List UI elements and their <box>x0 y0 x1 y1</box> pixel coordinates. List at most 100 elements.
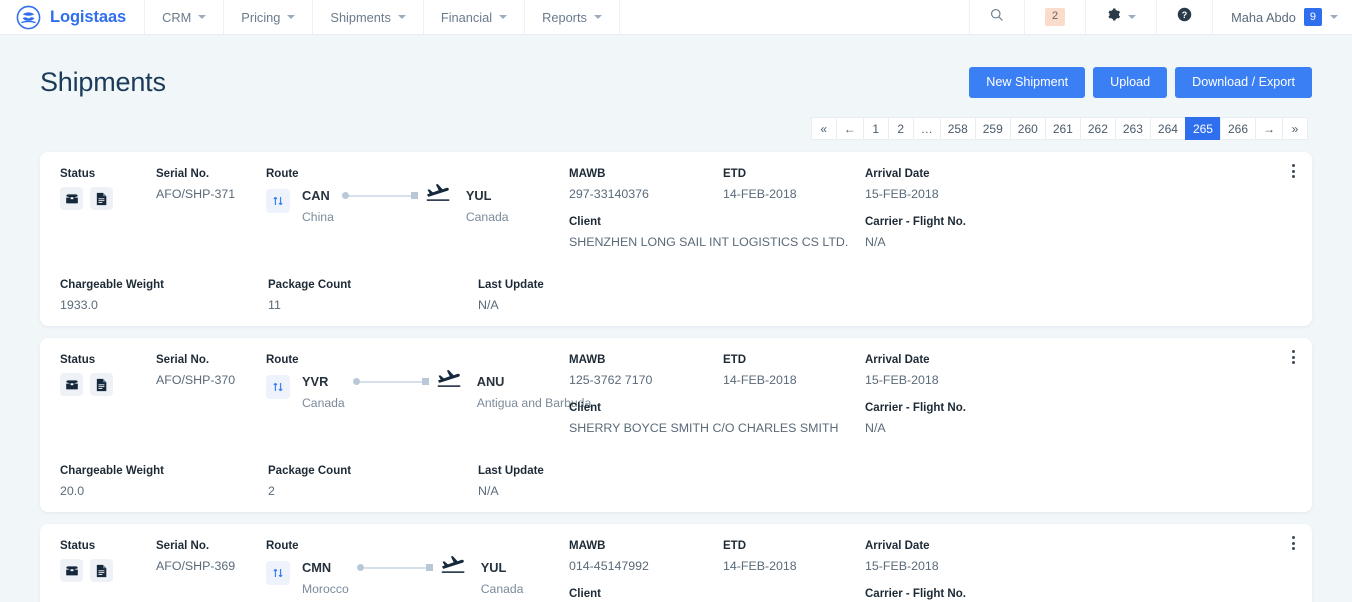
nav-item-financial[interactable]: Financial <box>424 0 525 34</box>
download-export-button[interactable]: Download / Export <box>1175 67 1312 98</box>
pagination-first[interactable]: « <box>811 117 837 140</box>
transfer-arrows-icon[interactable] <box>266 561 290 585</box>
nav-label: Shipments <box>330 10 390 25</box>
pagination-page-263[interactable]: 263 <box>1115 117 1151 140</box>
route-column: Route YVR Canada <box>264 354 569 410</box>
chevron-down-icon <box>499 15 507 19</box>
route-connector <box>353 373 469 390</box>
status-label: Status <box>60 168 156 180</box>
arrival-date-label: Arrival Date <box>865 354 1035 366</box>
mawb-value: 014-45147992 <box>569 559 723 573</box>
last-update-column: Last Update N/A <box>478 279 678 312</box>
document-icon[interactable] <box>90 559 113 582</box>
route-origin: CMN Morocco <box>302 559 349 596</box>
user-name: Maha Abdo <box>1231 10 1296 25</box>
user-menu-button[interactable]: Maha Abdo 9 <box>1212 0 1352 34</box>
route-dest-code: YUL <box>481 559 524 576</box>
pagination-next[interactable]: → <box>1255 117 1283 140</box>
nav-label: Pricing <box>241 10 280 25</box>
pagination-page-262[interactable]: 262 <box>1080 117 1116 140</box>
shipment-card[interactable]: Status <box>40 152 1312 326</box>
serial-no-label: Serial No. <box>156 168 264 180</box>
search-button[interactable] <box>969 0 1024 34</box>
nav-item-shipments[interactable]: Shipments <box>313 0 423 34</box>
new-shipment-button[interactable]: New Shipment <box>969 67 1085 98</box>
pagination-page-259[interactable]: 259 <box>975 117 1011 140</box>
client-value: SHENZHEN LONG SAIL INT LOGISTICS CS LTD. <box>569 235 723 249</box>
pagination-page-2[interactable]: 2 <box>888 117 914 140</box>
route-line <box>364 567 426 569</box>
etd-value: 14-FEB-2018 <box>723 373 865 387</box>
package-box-icon[interactable] <box>60 559 83 582</box>
last-update-column: Last Update N/A <box>478 465 678 498</box>
nav-label: Financial <box>441 10 492 25</box>
chargeable-weight-column: Chargeable Weight 1933.0 <box>60 279 268 312</box>
pagination-page-1[interactable]: 1 <box>863 117 889 140</box>
nav-item-pricing[interactable]: Pricing <box>224 0 313 34</box>
brand-logo-link[interactable]: Logistaas <box>0 0 145 34</box>
pagination-page-266[interactable]: 266 <box>1220 117 1256 140</box>
route-origin-country: Canada <box>302 396 345 410</box>
serial-no-label: Serial No. <box>156 540 264 552</box>
mawb-value: 125-3762 7170 <box>569 373 723 387</box>
notifications-button[interactable]: 2 <box>1024 0 1085 34</box>
route-start-dot-icon <box>342 192 349 199</box>
route-dest-code: YUL <box>466 187 509 204</box>
package-count-value: 11 <box>268 298 478 312</box>
etd-value: 14-FEB-2018 <box>723 559 865 573</box>
mawb-column: MAWB 014-45147992 Client BAG FILTER SARL… <box>569 540 723 602</box>
package-count-column: Package Count 11 <box>268 279 478 312</box>
shipment-card[interactable]: Status <box>40 338 1312 512</box>
chargeable-weight-label: Chargeable Weight <box>60 279 268 291</box>
pagination-page-258[interactable]: 258 <box>940 117 976 140</box>
settings-menu-button[interactable] <box>1085 0 1156 34</box>
route-line <box>349 195 411 197</box>
pagination-page-264[interactable]: 264 <box>1150 117 1186 140</box>
pagination-next-label: → <box>1263 122 1275 136</box>
more-vertical-icon[interactable] <box>1284 160 1302 182</box>
arrival-date-label: Arrival Date <box>865 168 1035 180</box>
navbar-right: 2 ? Maha Abdo <box>969 0 1352 34</box>
more-vertical-icon[interactable] <box>1284 346 1302 368</box>
route-origin-code: YVR <box>302 373 345 390</box>
page-title: Shipments <box>40 67 166 98</box>
package-box-icon[interactable] <box>60 373 83 396</box>
document-icon[interactable] <box>90 187 113 210</box>
pagination-page-260[interactable]: 260 <box>1010 117 1046 140</box>
serial-column: Serial No. AFO/SHP-371 <box>156 168 264 201</box>
route-origin-country: China <box>302 210 334 224</box>
route-label: Route <box>266 540 569 552</box>
pagination-page-261[interactable]: 261 <box>1045 117 1081 140</box>
page-header: Shipments New Shipment Upload Download /… <box>0 35 1352 107</box>
pagination-prev[interactable]: ← <box>836 117 864 140</box>
pagination-page-265-active[interactable]: 265 <box>1185 117 1221 140</box>
mawb-label: MAWB <box>569 168 723 180</box>
package-box-icon[interactable] <box>60 187 83 210</box>
more-vertical-icon[interactable] <box>1284 532 1302 554</box>
upload-button[interactable]: Upload <box>1093 67 1167 98</box>
help-button[interactable]: ? <box>1156 0 1212 34</box>
pagination: « ← 1 2 … 258 259 260 261 262 263 264 26… <box>0 107 1352 140</box>
chevron-down-icon <box>594 15 602 19</box>
carrier-flight-label: Carrier - Flight No. <box>865 588 1035 600</box>
route-origin-code: CAN <box>302 187 334 204</box>
status-label: Status <box>60 540 156 552</box>
transfer-arrows-icon[interactable] <box>266 189 290 213</box>
pagination-ellipsis[interactable]: … <box>913 117 941 140</box>
mawb-label: MAWB <box>569 540 723 552</box>
serial-no-value: AFO/SHP-369 <box>156 559 264 573</box>
document-icon[interactable] <box>90 373 113 396</box>
mawb-column: MAWB 125-3762 7170 Client SHERRY BOYCE S… <box>569 354 723 435</box>
shipment-card[interactable]: Status <box>40 524 1312 602</box>
route-end-square-icon <box>422 378 429 385</box>
pagination-last[interactable]: » <box>1282 117 1308 140</box>
chargeable-weight-value: 20.0 <box>60 484 268 498</box>
arrival-column: Arrival Date 15-FEB-2018 Carrier - Fligh… <box>865 168 1035 249</box>
arrival-column: Arrival Date 15-FEB-2018 Carrier - Fligh… <box>865 354 1035 435</box>
route-column: Route CMN Morocco <box>264 540 569 596</box>
mawb-label: MAWB <box>569 354 723 366</box>
nav-item-reports[interactable]: Reports <box>525 0 620 34</box>
transfer-arrows-icon[interactable] <box>266 375 290 399</box>
etd-column: ETD 14-FEB-2018 <box>723 540 865 573</box>
nav-item-crm[interactable]: CRM <box>145 0 224 34</box>
